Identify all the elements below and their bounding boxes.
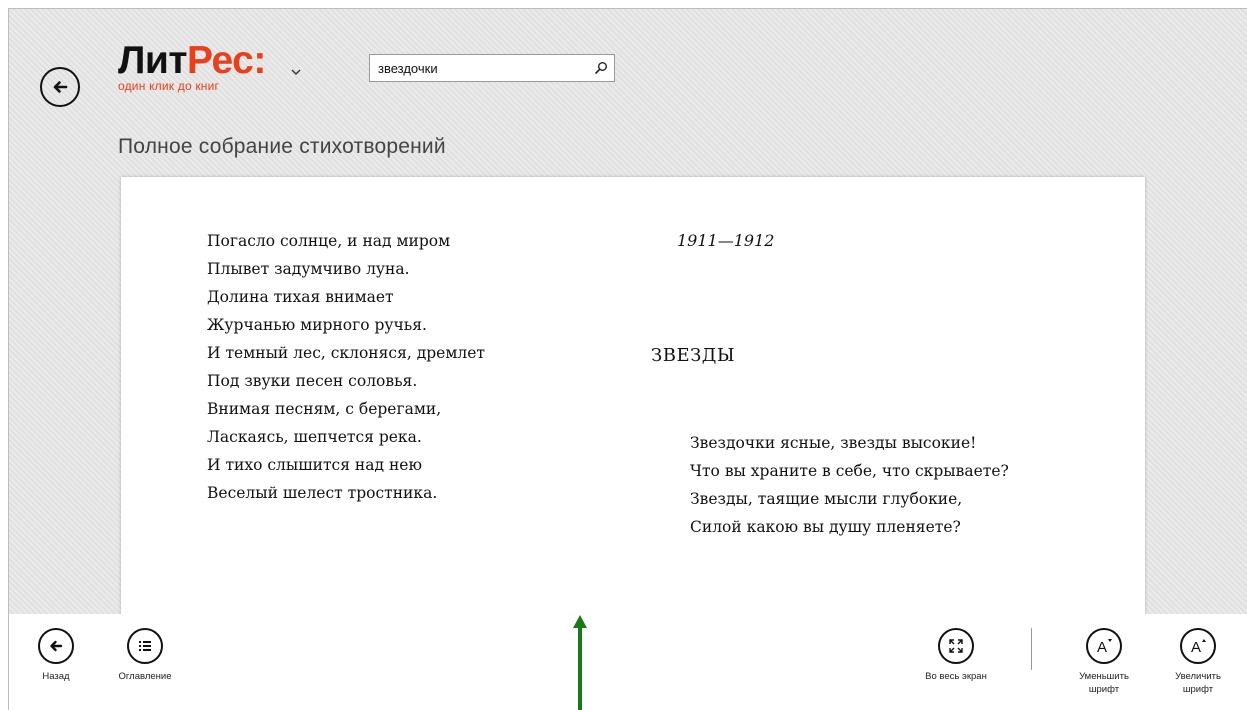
verse-line: Под звуки песен соловья. — [207, 372, 418, 390]
decrease-font-icon: A — [1086, 628, 1122, 664]
verse-line: И темный лес, склоняся, дремлет — [207, 344, 485, 362]
verse-line: Погасло солнце, и над миром — [207, 232, 451, 250]
increase-font-icon: A — [1180, 628, 1216, 664]
verse-line: Ласкаясь, шепчется река. — [207, 428, 422, 446]
table-of-contents-label: Оглавление — [118, 671, 172, 682]
verse-line: Звездочки ясные, звезды высокие! — [690, 434, 977, 452]
reader-page[interactable]: Погасло солнце, и над миром Плывет задум… — [121, 177, 1145, 627]
poem-date: 1911—1912 — [677, 231, 775, 250]
decrease-font-label: Уменьшить шрифт — [1059, 670, 1149, 696]
back-arrow-icon — [38, 628, 74, 664]
verse-line: Звезды, таящие мысли глубокие, — [690, 490, 963, 508]
appbar-back-button[interactable]: Назад — [11, 628, 101, 683]
verse-line: Веселый шелест тростника. — [207, 484, 438, 502]
appbar-back-label: Назад — [42, 671, 70, 682]
table-of-contents-button[interactable]: Оглавление — [100, 628, 190, 683]
increase-font-label: Увеличить шрифт — [1153, 670, 1243, 696]
search-input[interactable] — [370, 56, 588, 80]
verse-line: Силой какою вы душу пленяете? — [690, 518, 961, 536]
logo-text-dark: Лит — [118, 39, 187, 82]
book-title: Полное собрание стихотворений — [118, 135, 446, 158]
increase-font-label-line2: шрифт — [1182, 684, 1214, 695]
verse-line: Внимая песням, с берегами, — [207, 400, 442, 418]
poem-heading: ЗВЕЗДЫ — [651, 345, 736, 366]
verse-line: Плывет задумчиво луна. — [207, 260, 410, 278]
svg-text:A: A — [1097, 639, 1107, 656]
fullscreen-label: Во весь экран — [925, 671, 987, 682]
chevron-down-icon[interactable] — [290, 67, 302, 77]
search-icon[interactable] — [588, 56, 614, 80]
fullscreen-button[interactable]: Во весь экран — [911, 628, 1001, 683]
increase-font-button[interactable]: A Увеличить шрифт — [1153, 628, 1243, 696]
app-window: ЛитРес: один клик до книг Полное собрани… — [8, 8, 1247, 710]
annotation-arrow — [573, 615, 587, 710]
back-arrow-icon — [53, 81, 68, 93]
decrease-font-label-line1: Уменьшить — [1079, 671, 1129, 682]
app-bar: Назад Оглавление Во весь экран A Уменьши… — [9, 614, 1247, 710]
back-button[interactable] — [40, 67, 80, 107]
svg-text:A: A — [1191, 639, 1201, 656]
table-of-contents-icon — [127, 628, 163, 664]
left-column: Погасло солнце, и над миром Плывет задум… — [207, 227, 485, 507]
decrease-font-label-line2: шрифт — [1088, 684, 1120, 695]
search-box[interactable] — [369, 54, 615, 82]
decrease-font-button[interactable]: A Уменьшить шрифт — [1059, 628, 1149, 696]
litres-logo[interactable]: ЛитРес: один клик до книг — [118, 39, 301, 93]
right-column: Звездочки ясные, звезды высокие! Что вы … — [690, 429, 1009, 541]
verse-line: Что вы храните в себе, что скрываете? — [690, 462, 1009, 480]
fullscreen-icon — [938, 628, 974, 664]
increase-font-label-line1: Увеличить — [1175, 671, 1221, 682]
verse-line: И тихо слышится над нею — [207, 456, 422, 474]
appbar-separator — [1031, 628, 1032, 670]
logo-text-orange: Рес: — [186, 39, 266, 82]
verse-line: Долина тихая внимает — [207, 288, 394, 306]
verse-line: Журчанью мирного ручья. — [207, 316, 427, 334]
